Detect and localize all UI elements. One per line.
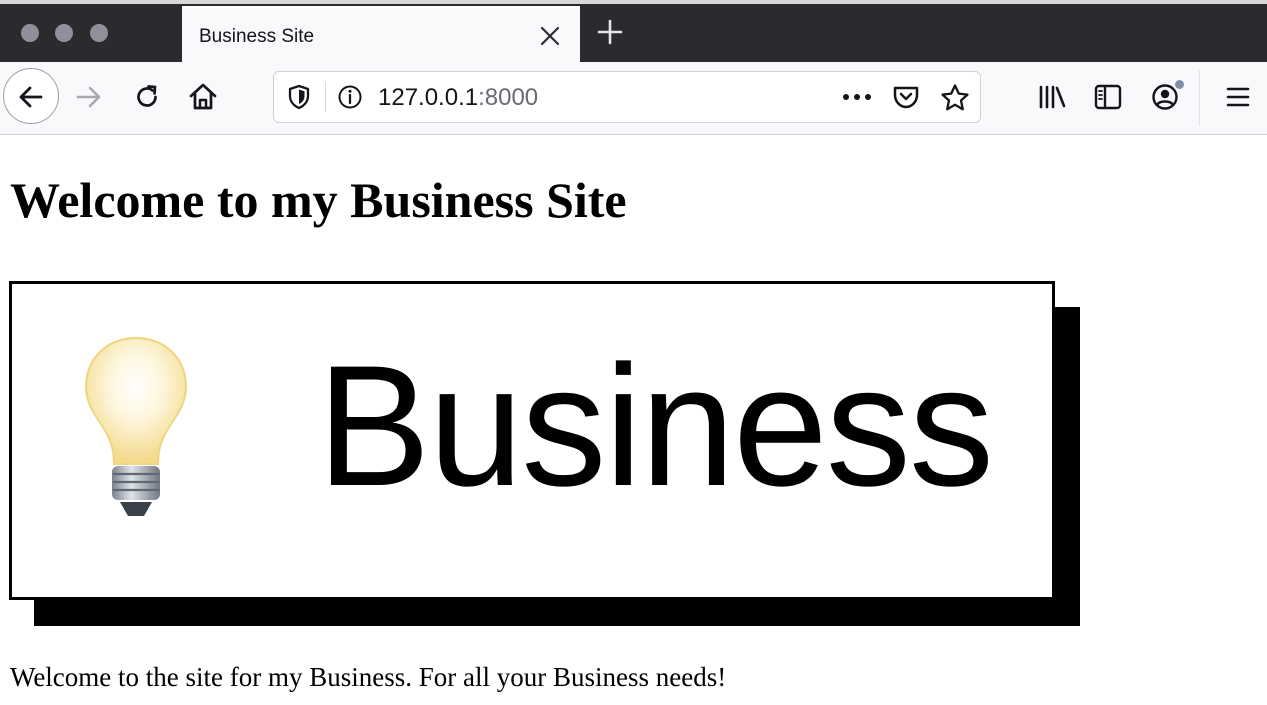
address-bar-divider	[325, 82, 326, 112]
library-icon[interactable]	[1037, 83, 1067, 111]
page-heading: Welcome to my Business Site	[10, 172, 627, 228]
more-icon[interactable]	[842, 92, 872, 102]
back-button[interactable]	[3, 68, 59, 124]
tab-strip: Business Site	[0, 0, 1267, 64]
window-zoom-dot[interactable]	[90, 24, 108, 42]
window-close-dot[interactable]	[21, 24, 39, 42]
url-text[interactable]: 127.0.0.1:8000	[378, 84, 538, 112]
page-content: Welcome to my Business Site Business Wel…	[0, 135, 1267, 705]
lightbulb-icon	[84, 336, 188, 516]
plus-icon[interactable]	[596, 18, 624, 46]
banner-word: Business	[317, 330, 994, 522]
sidebar-icon[interactable]	[1093, 83, 1123, 111]
pocket-icon[interactable]	[892, 84, 920, 110]
tab-title: Business Site	[199, 26, 315, 47]
star-icon[interactable]	[940, 83, 970, 112]
url-port: :8000	[478, 84, 539, 111]
reload-icon[interactable]	[132, 82, 162, 112]
info-icon[interactable]	[337, 84, 363, 110]
close-icon[interactable]	[538, 24, 562, 48]
account-notification-dot	[1175, 80, 1184, 89]
address-bar[interactable]: 127.0.0.1:8000	[273, 71, 981, 123]
business-banner-image: Business	[9, 281, 1055, 600]
tab-business-site[interactable]: Business Site	[182, 6, 580, 64]
back-arrow-icon	[19, 86, 43, 108]
url-host: 127.0.0.1	[378, 84, 479, 111]
intro-paragraph: Welcome to the site for my Business. For…	[10, 662, 727, 692]
window-top-border	[0, 0, 1267, 4]
navigation-toolbar: 127.0.0.1:8000	[0, 62, 1267, 135]
forward-arrow-icon[interactable]	[74, 82, 104, 112]
menu-icon[interactable]	[1225, 84, 1251, 110]
window-minimize-dot[interactable]	[55, 24, 73, 42]
toolbar-divider	[1199, 70, 1200, 126]
shield-icon[interactable]	[287, 84, 311, 110]
home-icon[interactable]	[187, 81, 219, 113]
